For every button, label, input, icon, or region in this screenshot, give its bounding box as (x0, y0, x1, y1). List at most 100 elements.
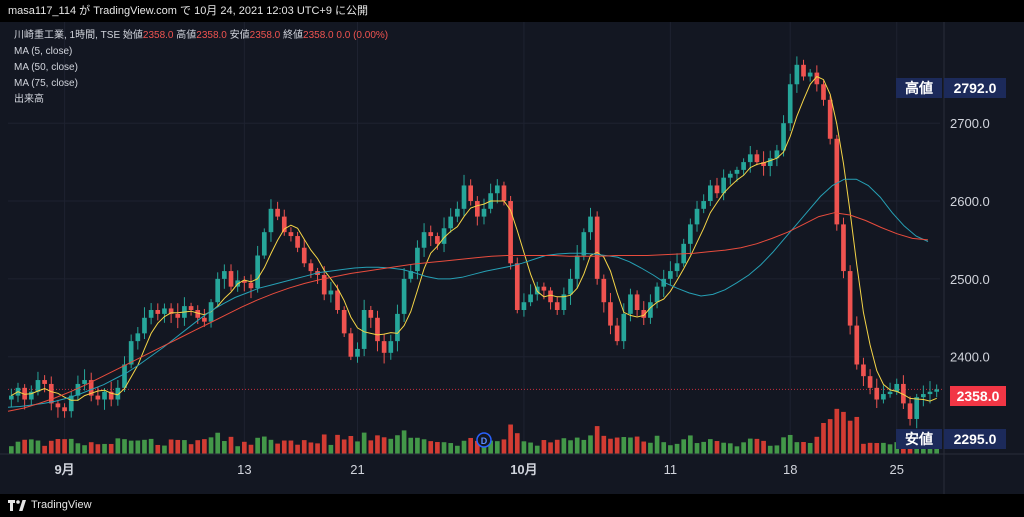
candle (348, 333, 354, 357)
legend-volume[interactable]: 出来高 (14, 92, 388, 108)
volume-bar (348, 436, 354, 454)
volume-bar (28, 439, 34, 454)
volume-bar (601, 435, 607, 454)
candle (907, 403, 913, 419)
candle (801, 64, 806, 77)
candle (614, 325, 620, 342)
volume-bar (301, 440, 307, 454)
candle (202, 317, 207, 322)
tradingview-logo[interactable]: TradingView (8, 499, 92, 511)
legend-ma5[interactable]: MA (5, close) (14, 44, 388, 60)
volume-bar (781, 437, 786, 454)
volume-bar (75, 443, 81, 454)
volume-bar (628, 437, 633, 454)
candle (375, 317, 380, 342)
candle (415, 247, 420, 272)
volume-bar (821, 422, 826, 454)
candle (148, 310, 154, 318)
volume-bar (182, 440, 187, 454)
candle (554, 302, 560, 310)
volume-bar (461, 440, 467, 454)
volume-bar (468, 437, 474, 454)
candle (122, 364, 127, 388)
candle (228, 271, 234, 287)
volume-bar (188, 444, 194, 454)
time-axis-label: 18 (783, 462, 797, 477)
candle (95, 395, 101, 400)
time-axis-label: 21 (350, 462, 364, 477)
volume-bar (102, 443, 107, 454)
candle (62, 407, 67, 412)
volume-bar (268, 439, 274, 454)
volume-bar (448, 443, 454, 454)
time-axis-label: 10月 (510, 462, 537, 477)
volume-bar (128, 440, 134, 454)
candle (341, 310, 347, 334)
volume-bar (208, 437, 214, 454)
brand-text: TradingView (31, 499, 92, 511)
volume-bar (774, 445, 780, 454)
volume-bar (35, 440, 41, 454)
volume-bar (281, 440, 287, 454)
volume-bar (734, 446, 740, 454)
volume-bar (521, 441, 527, 454)
legend-ma75[interactable]: MA (75, close) (14, 76, 388, 92)
candle (48, 383, 54, 404)
time-axis-label: 25 (889, 462, 903, 477)
volume-bar (142, 439, 147, 454)
candle (521, 302, 527, 310)
volume-bar (395, 435, 400, 454)
volume-bar (375, 435, 380, 454)
candle (435, 236, 440, 244)
candle (55, 403, 61, 408)
volume-bar (741, 442, 746, 454)
candle (754, 154, 760, 163)
candle (841, 224, 846, 272)
time-axis-label: 13 (237, 462, 251, 477)
volume-bar (361, 432, 367, 454)
legend-ma50[interactable]: MA (50, close) (14, 60, 388, 76)
volume-bar (261, 436, 267, 454)
volume-bar (82, 445, 87, 454)
candle (847, 271, 853, 326)
volume-bar (88, 442, 94, 454)
volume-bar (248, 444, 254, 454)
candle (874, 387, 880, 400)
candle (861, 364, 866, 377)
price-axis-label: 2600.0 (950, 194, 990, 209)
volume-bar (388, 438, 394, 454)
volume-bar (561, 438, 567, 454)
volume-bar (175, 439, 181, 454)
volume-bar (801, 441, 806, 454)
candle (368, 310, 374, 318)
publish-header: masa117_114 が TradingView.com で 10月 24, … (0, 0, 1024, 22)
volume-bar (641, 441, 647, 454)
volume-bar (135, 440, 141, 454)
volume-bar (534, 445, 540, 454)
candle (175, 313, 181, 318)
volume-bar (15, 441, 21, 454)
volume-bar (754, 438, 760, 454)
volume-bar (335, 434, 340, 454)
volume-bar (321, 434, 327, 454)
chart-area[interactable]: 2400.0 2500.0 2600.0 2700.0 9月 13 21 10月 11 18 25 D… (0, 22, 1024, 494)
candle (881, 394, 886, 400)
legend-symbol-row: 川崎重工業, 1時間, TSE 始値2358.0 高値2358.0 安値2358… (14, 30, 389, 41)
volume-bar (668, 445, 673, 454)
candle (255, 255, 260, 289)
candle (628, 294, 633, 314)
legend-high: 2358.0 (196, 30, 227, 41)
candle (421, 232, 427, 248)
candle (42, 380, 47, 384)
candle (301, 247, 307, 264)
volume-bar (494, 441, 500, 454)
candle (514, 263, 520, 310)
volume-bar (841, 411, 846, 454)
volume-bar (854, 416, 860, 454)
candle (734, 169, 740, 174)
candle (355, 348, 360, 357)
candle (541, 286, 547, 291)
candle (461, 185, 467, 209)
candle (568, 278, 573, 295)
candle (927, 391, 933, 395)
